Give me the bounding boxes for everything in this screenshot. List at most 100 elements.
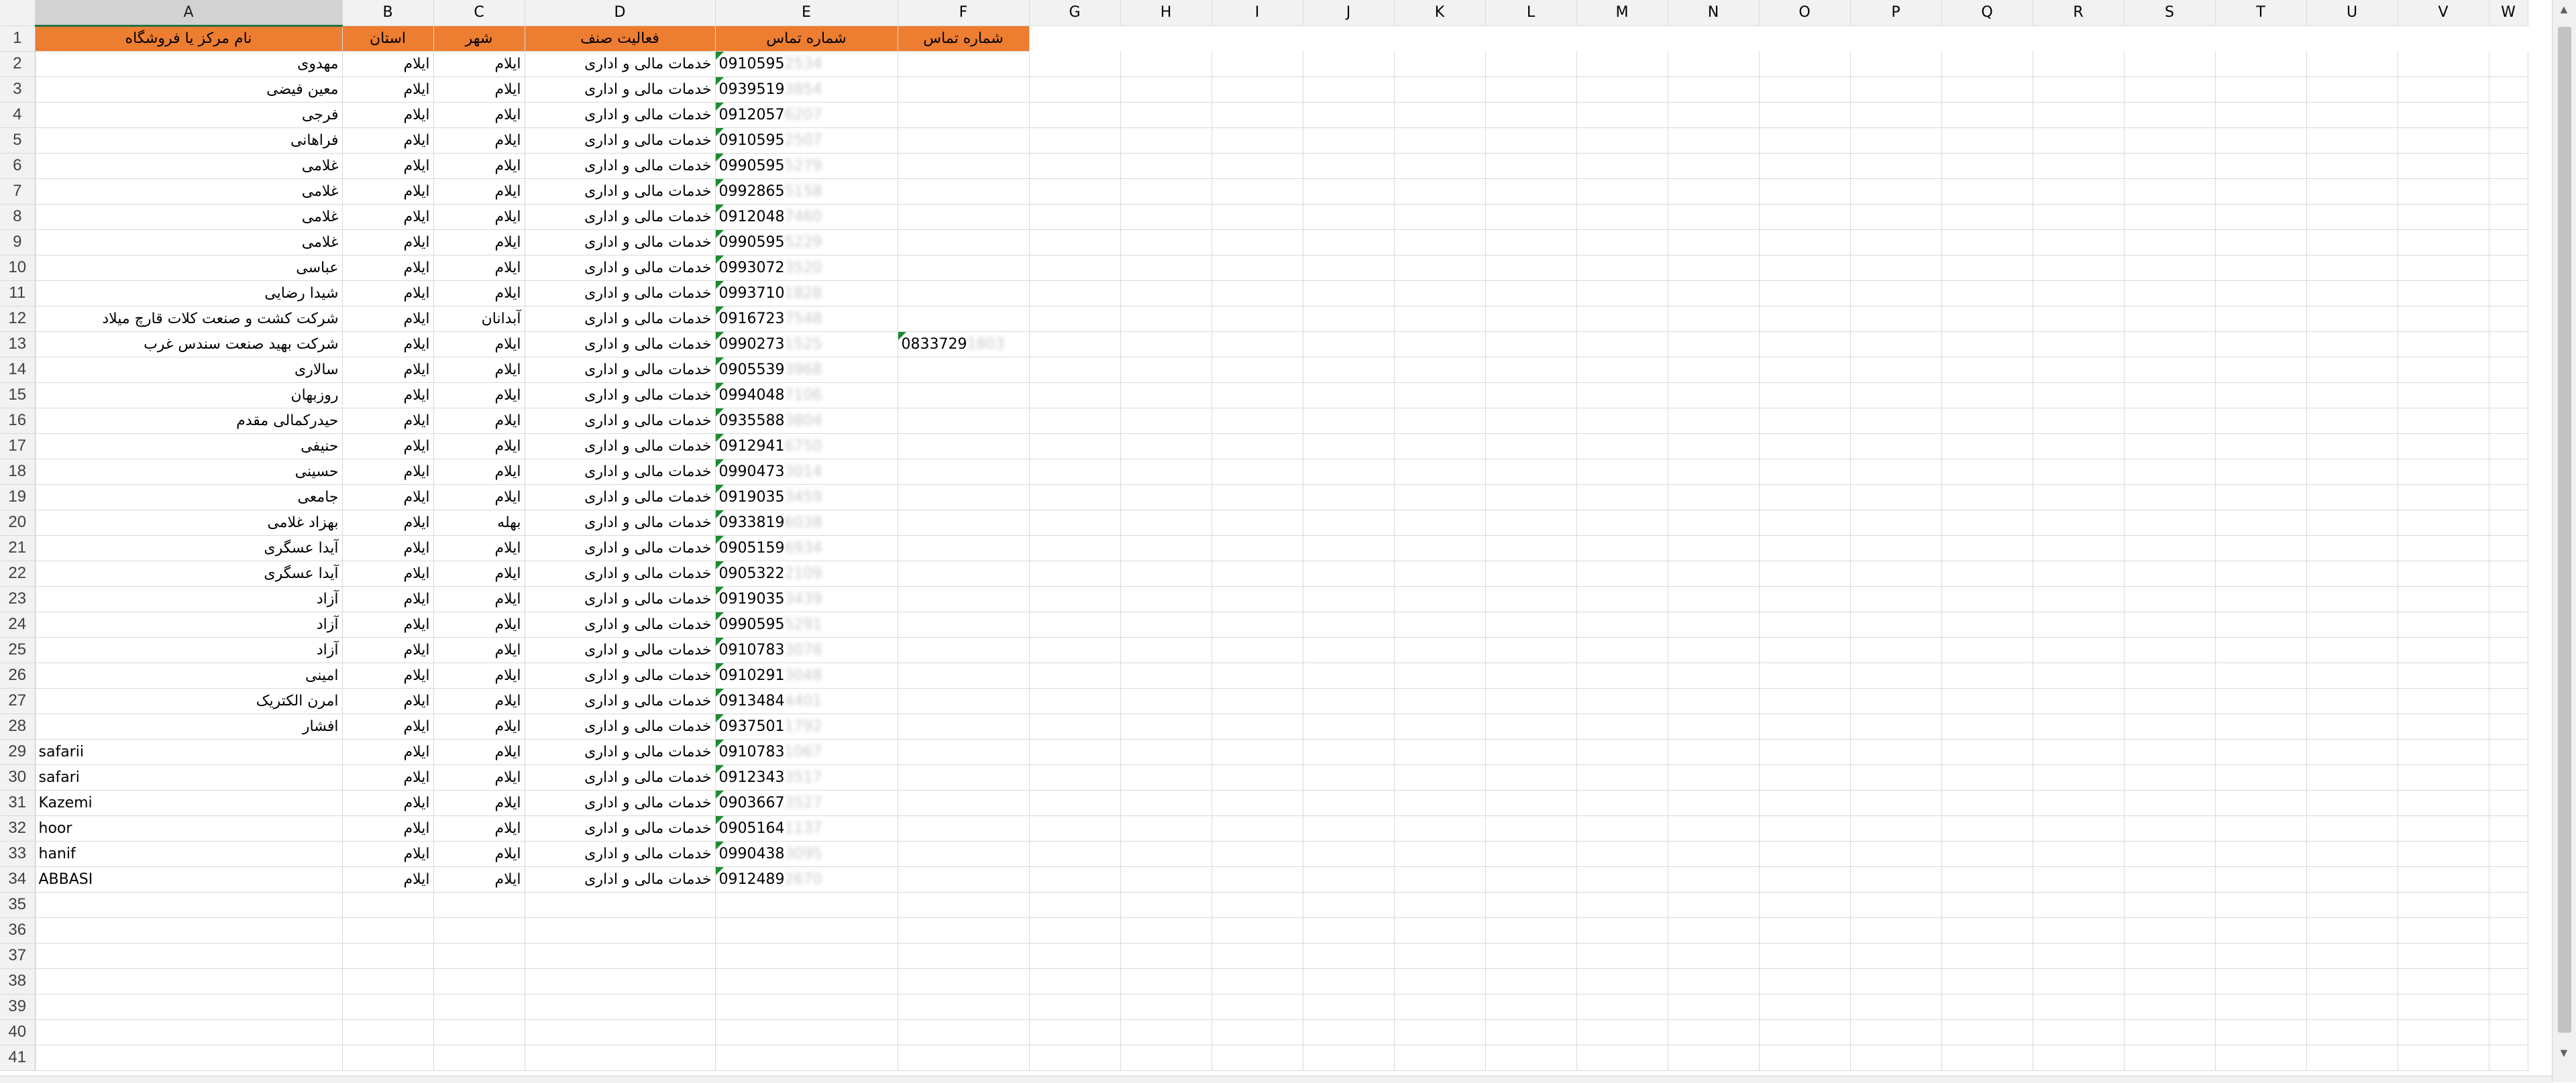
column-header[interactable]: O xyxy=(1759,0,1851,26)
empty-cell[interactable] xyxy=(1120,764,1212,791)
empty-cell[interactable] xyxy=(1212,764,1303,791)
store-name-cell[interactable]: شرکت بهید صنعت سندس غرب xyxy=(35,331,343,357)
empty-cell[interactable] xyxy=(1850,815,1942,842)
row-header[interactable]: 6 xyxy=(0,153,36,179)
empty-cell[interactable] xyxy=(342,994,434,1020)
empty-cell[interactable] xyxy=(1485,76,1577,103)
store-name-cell[interactable]: آزاد xyxy=(35,612,343,638)
city-cell[interactable]: ایلام xyxy=(433,866,525,893)
empty-cell[interactable] xyxy=(2215,892,2307,918)
phone-2-cell[interactable] xyxy=(898,612,1030,638)
phone-cell[interactable]: 09904733014 xyxy=(715,459,898,485)
row-header[interactable]: 36 xyxy=(0,917,36,944)
empty-cell[interactable] xyxy=(1668,968,1760,994)
activity-cell[interactable]: خدمات مالی و اداری xyxy=(525,586,716,612)
empty-cell[interactable] xyxy=(2489,714,2528,740)
empty-cell[interactable] xyxy=(1850,1045,1942,1071)
empty-cell[interactable] xyxy=(1850,102,1942,128)
empty-cell[interactable] xyxy=(1576,535,1668,561)
column-header[interactable]: B xyxy=(342,0,434,26)
phone-2-cell[interactable] xyxy=(898,510,1030,536)
empty-cell[interactable] xyxy=(1029,892,1121,918)
empty-cell[interactable] xyxy=(2398,306,2489,332)
empty-cell[interactable] xyxy=(2124,663,2216,689)
empty-cell[interactable] xyxy=(342,968,434,994)
empty-cell[interactable] xyxy=(1303,663,1395,689)
empty-cell[interactable] xyxy=(2124,433,2216,459)
empty-cell[interactable] xyxy=(1668,612,1760,638)
empty-cell[interactable] xyxy=(1576,586,1668,612)
phone-cell[interactable]: 09107831067 xyxy=(715,739,898,765)
empty-cell[interactable] xyxy=(1394,102,1486,128)
empty-cell[interactable] xyxy=(1576,510,1668,536)
empty-cell[interactable] xyxy=(1303,484,1395,510)
row-header[interactable]: 21 xyxy=(0,535,36,561)
empty-cell[interactable] xyxy=(1576,866,1668,893)
empty-cell[interactable] xyxy=(2124,153,2216,179)
empty-cell[interactable] xyxy=(2033,204,2125,230)
empty-cell[interactable] xyxy=(1485,663,1577,689)
empty-cell[interactable] xyxy=(2306,688,2398,714)
empty-cell[interactable] xyxy=(2306,943,2398,969)
province-cell[interactable]: ایلام xyxy=(342,229,434,255)
row-header[interactable]: 33 xyxy=(0,841,36,867)
city-cell[interactable]: ایلام xyxy=(433,408,525,434)
empty-cell[interactable] xyxy=(1941,229,2033,255)
empty-cell[interactable] xyxy=(2489,280,2528,306)
empty-cell[interactable] xyxy=(1759,51,1851,77)
phone-2-cell[interactable] xyxy=(898,102,1030,128)
empty-cell[interactable] xyxy=(2398,892,2489,918)
province-cell[interactable]: ایلام xyxy=(342,790,434,816)
phone-2-cell[interactable] xyxy=(898,229,1030,255)
empty-cell[interactable] xyxy=(2398,663,2489,689)
empty-cell[interactable] xyxy=(1850,637,1942,663)
empty-cell[interactable] xyxy=(2033,433,2125,459)
activity-cell[interactable]: خدمات مالی و اداری xyxy=(525,510,716,536)
column-header[interactable]: M xyxy=(1576,0,1668,26)
empty-cell[interactable] xyxy=(1759,815,1851,842)
empty-cell[interactable] xyxy=(1576,1019,1668,1045)
empty-cell[interactable] xyxy=(1120,841,1212,867)
row-header[interactable]: 18 xyxy=(0,459,36,485)
phone-2-cell[interactable] xyxy=(898,280,1030,306)
empty-cell[interactable] xyxy=(1759,382,1851,408)
province-cell[interactable]: ایلام xyxy=(342,255,434,281)
empty-cell[interactable] xyxy=(1576,688,1668,714)
empty-cell[interactable] xyxy=(1941,764,2033,791)
empty-cell[interactable] xyxy=(1850,127,1942,154)
empty-cell[interactable] xyxy=(1303,204,1395,230)
empty-cell[interactable] xyxy=(35,1045,343,1071)
empty-cell[interactable] xyxy=(1668,280,1760,306)
empty-cell[interactable] xyxy=(525,968,716,994)
row-header[interactable]: 22 xyxy=(0,561,36,587)
activity-cell[interactable]: خدمات مالی و اداری xyxy=(525,102,716,128)
empty-cell[interactable] xyxy=(1120,280,1212,306)
empty-cell[interactable] xyxy=(1120,459,1212,485)
empty-cell[interactable] xyxy=(1941,178,2033,205)
empty-cell[interactable] xyxy=(1212,1045,1303,1071)
empty-cell[interactable] xyxy=(1576,917,1668,944)
city-cell[interactable]: ایلام xyxy=(433,764,525,791)
empty-cell[interactable] xyxy=(1485,408,1577,434)
empty-cell[interactable] xyxy=(1850,255,1942,281)
empty-cell[interactable] xyxy=(1576,739,1668,765)
scrollbar-thumb[interactable] xyxy=(2558,27,2571,1033)
empty-cell[interactable] xyxy=(433,917,525,944)
phone-cell[interactable]: 09190353439 xyxy=(715,586,898,612)
empty-cell[interactable] xyxy=(1759,637,1851,663)
empty-cell[interactable] xyxy=(1941,51,2033,77)
city-cell[interactable]: ایلام xyxy=(433,841,525,867)
empty-cell[interactable] xyxy=(1850,994,1942,1020)
empty-cell[interactable] xyxy=(2033,357,2125,383)
province-cell[interactable]: ایلام xyxy=(342,178,434,205)
empty-cell[interactable] xyxy=(1029,306,1121,332)
empty-cell[interactable] xyxy=(1576,841,1668,867)
empty-cell[interactable] xyxy=(1485,255,1577,281)
empty-cell[interactable] xyxy=(1668,1019,1760,1045)
empty-cell[interactable] xyxy=(1850,663,1942,689)
empty-cell[interactable] xyxy=(2215,714,2307,740)
empty-cell[interactable] xyxy=(1485,764,1577,791)
empty-cell[interactable] xyxy=(1759,586,1851,612)
activity-cell[interactable]: خدمات مالی و اداری xyxy=(525,535,716,561)
empty-cell[interactable] xyxy=(2215,815,2307,842)
